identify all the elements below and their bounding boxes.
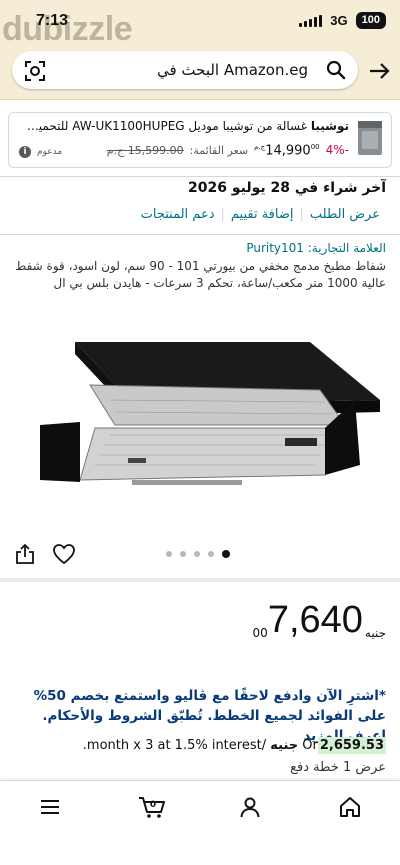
ad-price-row: -4% 14,99000ج.م سعر القائمة: 15,599.00 ج… <box>107 143 349 158</box>
cart-count: 0 <box>150 800 156 810</box>
price-decimals: 00 <box>252 626 268 640</box>
ad-price: 14,99000ج.م <box>254 143 320 159</box>
view-order-link[interactable]: عرض الطلب <box>304 207 386 222</box>
heart-icon[interactable] <box>52 543 76 565</box>
status-indicators: 3G 100 <box>299 12 386 29</box>
battery-icon: 100 <box>355 12 386 29</box>
bottom-nav: 0 <box>0 780 400 832</box>
link-separator: | <box>299 207 304 222</box>
camera-lens-icon[interactable] <box>24 60 46 82</box>
ad-discount: -4% <box>325 143 349 158</box>
sponsored-product-ad[interactable]: توشيبا غسالة من توشيبا موديل AW-UK1100HU… <box>8 112 392 168</box>
installment-currency: جنيه <box>270 738 299 753</box>
product-support-link[interactable]: دعم المنتجات <box>135 207 221 222</box>
system-bar <box>0 832 400 865</box>
divider <box>0 176 400 177</box>
status-bar: dubizzle 7:13 3G 100 <box>0 0 400 48</box>
search-icon[interactable] <box>326 60 346 80</box>
carousel-dot[interactable] <box>194 551 200 557</box>
installment-amount: 2,659.53 <box>317 737 386 754</box>
brand-link[interactable]: العلامة التجارية: Purity101 <box>246 241 386 255</box>
price: جنيه 7,640 00 <box>253 598 386 642</box>
payment-plan-link[interactable]: عرض 1 خطة دفع <box>290 760 386 775</box>
installment-info: Or 2,659.53 جنيه /month x 3 at 1.5% inter… <box>82 737 386 754</box>
ad-brand: توشيبا <box>310 119 349 133</box>
search-header: Amazon.eg البحث في <box>0 44 400 100</box>
carousel-dot[interactable] <box>208 551 214 557</box>
carousel-dot[interactable] <box>166 551 172 557</box>
menu-icon[interactable] <box>38 795 62 819</box>
signal-icon <box>299 14 323 27</box>
price-whole: 7,640 <box>267 599 363 641</box>
sponsored-label: مدعوم <box>37 147 63 157</box>
cart-icon[interactable]: 0 <box>138 795 166 819</box>
product-title: شفاط مطبخ مدمج مخفي من بيورتي 101 - 90 س… <box>15 259 386 290</box>
price-currency: جنيه <box>364 626 386 640</box>
carousel-dot[interactable] <box>180 551 186 557</box>
divider <box>0 234 400 235</box>
order-links: عرض الطلب | إضافة تقييم | دعم المنتجات <box>135 207 386 222</box>
network-type: 3G <box>330 13 348 28</box>
status-time: 7:13 <box>36 12 69 29</box>
ad-list-label: سعر القائمة: <box>189 144 249 158</box>
ad-title-text: غسالة من توشيبا موديل AW-UK1100HUPEG للت… <box>19 119 308 133</box>
image-carousel-dots[interactable] <box>166 550 230 558</box>
account-icon[interactable] <box>238 795 262 819</box>
home-icon[interactable] <box>338 795 362 819</box>
search-box[interactable]: Amazon.eg البحث في <box>12 51 358 89</box>
product-image[interactable] <box>20 330 390 500</box>
share-icon[interactable] <box>14 543 36 565</box>
ad-title: توشيبا غسالة من توشيبا موديل AW-UK1100HU… <box>19 119 349 133</box>
link-separator: | <box>220 207 225 222</box>
ad-list-price: 15,599.00 ج.م <box>106 144 184 158</box>
search-input[interactable]: Amazon.eg البحث في <box>157 61 308 79</box>
carousel-dot-active[interactable] <box>222 550 230 558</box>
last-purchase-info: آخر شراء في 28 يوليو 2026 <box>188 180 386 196</box>
section-divider <box>0 578 400 582</box>
info-icon[interactable]: i <box>19 146 31 158</box>
back-arrow-icon[interactable] <box>366 58 392 84</box>
add-review-link[interactable]: إضافة تقييم <box>225 207 300 222</box>
installment-prefix: Or <box>302 738 318 753</box>
installment-terms: /month x 3 at 1.5% interest. <box>82 738 267 753</box>
washing-machine-thumbnail <box>358 121 382 155</box>
